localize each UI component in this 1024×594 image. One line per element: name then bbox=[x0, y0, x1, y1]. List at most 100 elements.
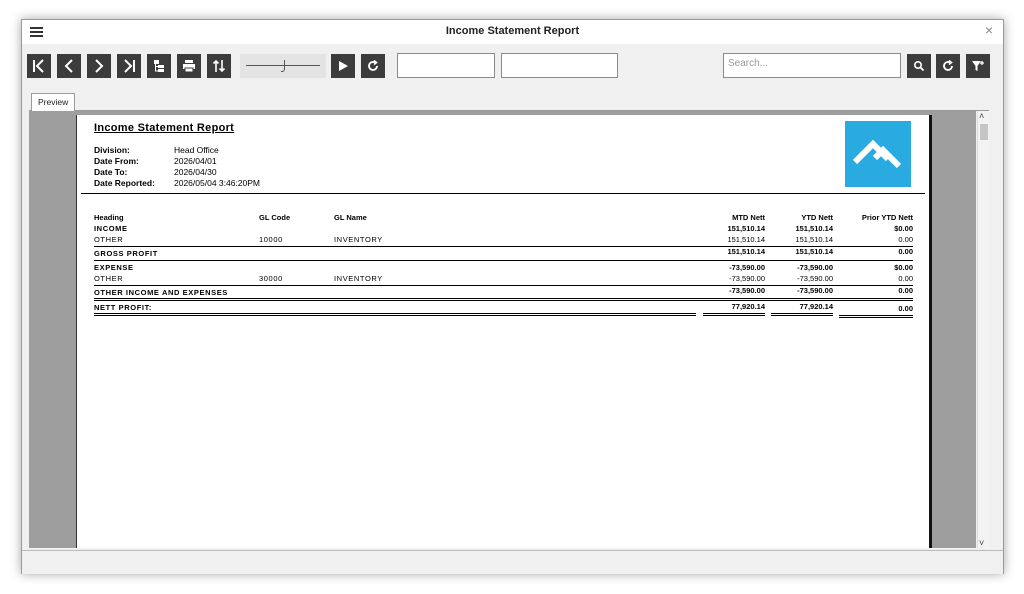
print-button[interactable] bbox=[177, 54, 201, 78]
status-bar bbox=[22, 550, 1003, 574]
nett-profit-top-rule-2 bbox=[94, 300, 913, 301]
info-key: Date Reported: bbox=[94, 178, 155, 188]
info-division: Division: Head Office bbox=[94, 145, 219, 155]
info-date-from: Date From: 2026/04/01 bbox=[94, 156, 217, 166]
gross-profit-bottom-rule bbox=[94, 260, 913, 261]
zoom-slider[interactable] bbox=[240, 54, 326, 78]
income-row-ytd: 151,510.14 bbox=[795, 235, 833, 244]
first-page-icon bbox=[33, 59, 44, 73]
report-window: Income Statement Report × Search... Prev… bbox=[21, 19, 1004, 574]
expense-row-mtd: -73,590.00 bbox=[729, 274, 765, 283]
income-row-code: 10000 bbox=[259, 235, 283, 244]
nett-profit-mtd: 77,920.14 bbox=[731, 302, 765, 311]
report-page: Income Statement Report Division: Head Of… bbox=[76, 115, 932, 548]
expense-row-heading: OTHER bbox=[94, 274, 124, 283]
search-button[interactable] bbox=[907, 54, 931, 78]
section-income: INCOME bbox=[94, 224, 128, 233]
chevron-left-icon bbox=[64, 59, 73, 73]
ytd-double-rule bbox=[771, 313, 833, 314]
col-mtd: MTD Nett bbox=[732, 213, 765, 222]
sort-button[interactable] bbox=[207, 54, 231, 78]
search-input[interactable]: Search... bbox=[723, 53, 901, 78]
col-ytd: YTD Nett bbox=[801, 213, 833, 222]
report-preview-area: Income Statement Report Division: Head Of… bbox=[29, 111, 976, 548]
logo-mark-icon bbox=[852, 139, 902, 169]
filter-icon bbox=[972, 61, 984, 71]
expense-prior: $0.00 bbox=[894, 263, 913, 272]
ytd-double-rule-2 bbox=[771, 315, 833, 316]
header-divider bbox=[81, 193, 925, 194]
other-ie-ytd: -73,590.00 bbox=[797, 286, 833, 295]
gross-profit-label: GROSS PROFIT bbox=[94, 249, 158, 258]
income-ytd: 151,510.14 bbox=[795, 224, 833, 233]
toolbar: Search... bbox=[22, 45, 1003, 89]
refresh-icon bbox=[368, 59, 378, 71]
run-button[interactable] bbox=[331, 54, 355, 78]
expense-row-prior: 0.00 bbox=[898, 274, 913, 283]
nett-profit-ytd: 77,920.14 bbox=[799, 302, 833, 311]
nett-profit-label: NETT PROFIT: bbox=[94, 303, 153, 312]
previous-page-button[interactable] bbox=[57, 54, 81, 78]
income-prior: $0.00 bbox=[894, 224, 913, 233]
vertical-scrollbar[interactable]: ˄ ˅ bbox=[977, 111, 989, 548]
last-page-button[interactable] bbox=[117, 54, 141, 78]
expense-ytd: -73,590.00 bbox=[797, 263, 833, 272]
info-date-reported: Date Reported: 2026/05/04 3:46:20PM bbox=[94, 178, 260, 188]
company-logo bbox=[845, 121, 911, 187]
gross-profit-prior: 0.00 bbox=[898, 247, 913, 256]
income-row-heading: OTHER bbox=[94, 235, 124, 244]
title-bar: Income Statement Report × bbox=[22, 20, 1003, 44]
income-row-mtd: 151,510.14 bbox=[727, 235, 765, 244]
search-icon bbox=[913, 60, 925, 72]
refresh-report-button[interactable] bbox=[361, 54, 385, 78]
tree-icon bbox=[154, 60, 164, 72]
gross-profit-ytd: 151,510.14 bbox=[795, 247, 833, 256]
other-ie-prior: 0.00 bbox=[898, 286, 913, 295]
sort-arrows-icon bbox=[212, 59, 226, 73]
info-value: 2026/05/04 3:46:20PM bbox=[174, 178, 261, 188]
first-page-button[interactable] bbox=[27, 54, 51, 78]
other-ie-label: OTHER INCOME AND EXPENSES bbox=[94, 288, 228, 297]
info-value: Head Office bbox=[174, 145, 219, 155]
refresh-icon bbox=[943, 59, 953, 71]
mtd-double-rule bbox=[703, 313, 765, 314]
tab-strip: Preview bbox=[29, 93, 989, 111]
tab-preview[interactable]: Preview bbox=[31, 93, 76, 111]
info-key: Date To: bbox=[94, 167, 128, 177]
col-gl-code: GL Code bbox=[259, 213, 291, 222]
nett-profit-prior: 0.00 bbox=[898, 304, 913, 313]
parameter-input-2[interactable] bbox=[501, 53, 618, 78]
report-title: Income Statement Report bbox=[94, 122, 235, 134]
scroll-down-icon[interactable]: ˅ bbox=[979, 538, 984, 548]
income-mtd: 151,510.14 bbox=[727, 224, 765, 233]
info-key: Date From: bbox=[94, 156, 139, 166]
play-icon bbox=[339, 61, 348, 71]
window-title: Income Statement Report bbox=[445, 25, 580, 37]
col-prior: Prior YTD Nett bbox=[861, 213, 913, 222]
nett-profit-double-rule-2 bbox=[94, 315, 696, 316]
close-icon[interactable]: × bbox=[985, 22, 993, 38]
nett-profit-double-rule bbox=[94, 313, 696, 314]
next-page-button[interactable] bbox=[87, 54, 111, 78]
prior-double-rule bbox=[839, 315, 913, 316]
slider-thumb[interactable] bbox=[281, 60, 285, 72]
expense-row-ytd: -73,590.00 bbox=[797, 274, 833, 283]
prior-double-rule-2 bbox=[839, 317, 913, 318]
group-tree-button[interactable] bbox=[147, 54, 171, 78]
scroll-up-icon[interactable]: ˄ bbox=[979, 111, 984, 121]
parameter-input-1[interactable] bbox=[397, 53, 495, 78]
expense-mtd: -73,590.00 bbox=[729, 263, 765, 272]
chevron-right-icon bbox=[95, 59, 104, 73]
income-row-prior: 0.00 bbox=[898, 235, 913, 244]
gross-profit-mtd: 151,510.14 bbox=[727, 247, 765, 256]
scroll-thumb[interactable] bbox=[980, 124, 988, 140]
expense-row-name: INVENTORY bbox=[334, 274, 383, 283]
printer-icon bbox=[183, 60, 195, 73]
nett-profit-top-rule bbox=[94, 298, 913, 299]
col-heading: Heading bbox=[94, 213, 124, 222]
mtd-double-rule-2 bbox=[703, 315, 765, 316]
filter-button[interactable] bbox=[966, 54, 990, 78]
reset-search-button[interactable] bbox=[936, 54, 960, 78]
last-page-icon bbox=[124, 59, 135, 73]
col-gl-name: GL Name bbox=[334, 213, 367, 222]
